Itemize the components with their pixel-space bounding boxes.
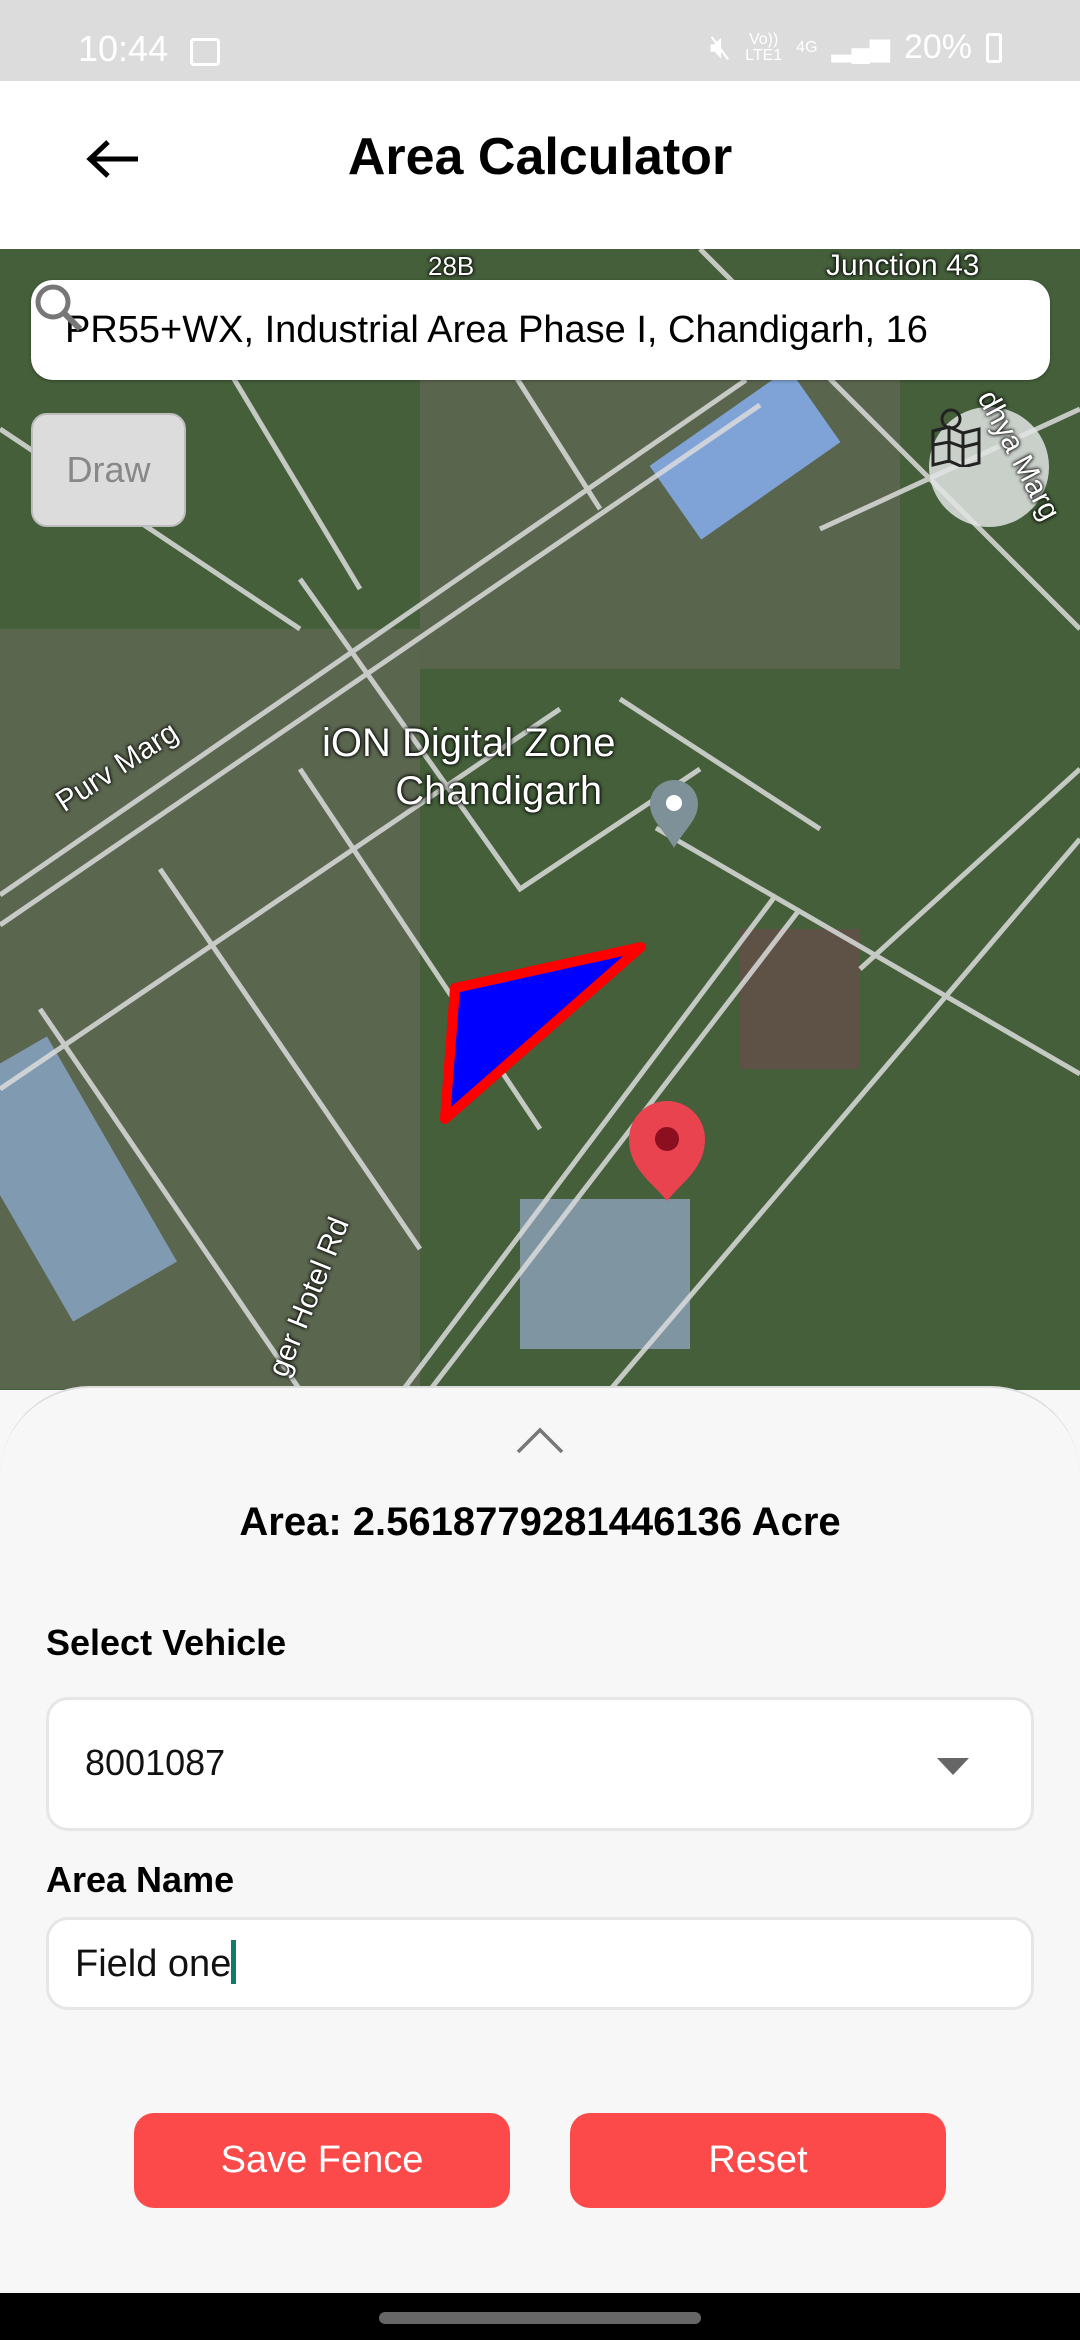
lte-text: LTE1 <box>745 46 783 64</box>
battery-percent: 20% <box>903 28 972 66</box>
app-header: Area Calculator <box>0 81 1080 249</box>
signal-icon: ▂▄▆ <box>831 32 890 62</box>
map-label-poi: iON Digital Zone Chandigarh <box>322 719 615 815</box>
select-vehicle-label: Select Vehicle <box>46 1622 287 1663</box>
search-input[interactable]: PR55+WX, Industrial Area Phase I, Chandi… <box>65 309 928 352</box>
bottom-sheet: Area: 2.5618779281446136 Acre Select Veh… <box>0 1386 1080 2296</box>
dropdown-arrow-icon <box>937 1758 969 1775</box>
status-icons: 🔇︎ Vo)) LTE1 4G ▂▄▆ 20% <box>710 28 1002 67</box>
volte-indicator: Vo)) LTE1 <box>745 30 783 64</box>
status-bar: 10:44 🔇︎ Vo)) LTE1 4G ▂▄▆ 20% <box>0 0 1080 81</box>
satellite-map[interactable]: 28B Junction 43 Purv Marg iON Digital Zo… <box>0 249 1080 1390</box>
vehicle-selected-value: 8001087 <box>85 1742 226 1783</box>
area-name-input[interactable]: Field one <box>46 1917 1034 2010</box>
poi-name-line2: Chandigarh <box>395 769 603 813</box>
volte-text: Vo)) <box>748 30 779 48</box>
battery-charging-icon <box>986 32 1002 63</box>
location-search-bar[interactable]: PR55+WX, Industrial Area Phase I, Chandi… <box>31 280 1050 380</box>
mute-icon: 🔇︎ <box>709 28 732 66</box>
save-fence-button[interactable]: Save Fence <box>134 2113 510 2208</box>
status-time: 10:44 <box>78 28 169 69</box>
area-result: Area: 2.5618779281446136 Acre <box>239 1500 841 1544</box>
home-gesture-handle[interactable] <box>379 2312 701 2324</box>
page-title: Area Calculator <box>347 128 733 186</box>
network-type: 4G <box>796 38 818 56</box>
area-name-label: Area Name <box>46 1859 235 1900</box>
reset-button[interactable]: Reset <box>570 2113 946 2208</box>
draw-button[interactable]: Draw <box>31 413 186 527</box>
map-label-sector: 28B <box>428 251 475 281</box>
text-cursor <box>231 1940 237 1984</box>
area-name-text: Field one <box>75 1940 237 1986</box>
vehicle-dropdown[interactable]: 8001087 <box>46 1697 1034 1831</box>
gallery-notification-icon <box>190 38 220 66</box>
navigation-bar <box>0 2293 1080 2340</box>
chevron-up-icon[interactable] <box>516 1426 564 1454</box>
search-icon <box>35 284 83 332</box>
map-layers-icon <box>931 408 981 467</box>
area-name-value: Field one <box>75 1943 232 1985</box>
poi-name-line1: iON Digital Zone <box>322 721 616 765</box>
map-label-junction: Junction 43 <box>826 249 980 282</box>
